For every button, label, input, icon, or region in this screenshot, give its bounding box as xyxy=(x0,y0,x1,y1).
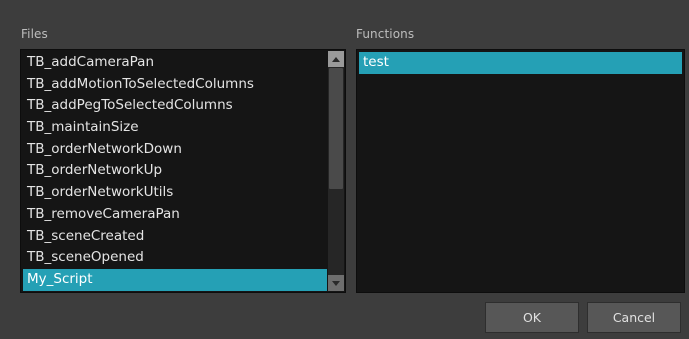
files-list-item[interactable]: TB_addPegToSelectedColumns xyxy=(23,95,327,117)
functions-label: Functions xyxy=(356,27,415,41)
functions-list[interactable]: test xyxy=(356,49,685,293)
script-dialog: Files Functions TB_addCameraPan TB_addMo… xyxy=(0,0,689,339)
scroll-down-button[interactable] xyxy=(328,275,344,291)
files-list-item[interactable]: TB_orderNetworkUp xyxy=(23,160,327,182)
files-rows: TB_addCameraPan TB_addMotionToSelectedCo… xyxy=(23,52,327,291)
functions-rows: test xyxy=(359,52,682,74)
files-list-item[interactable]: My_Script xyxy=(23,268,327,291)
files-label: Files xyxy=(21,27,48,41)
files-list-item[interactable]: TB_addMotionToSelectedColumns xyxy=(23,74,327,96)
files-list-item[interactable]: TB_orderNetworkDown xyxy=(23,139,327,161)
files-list[interactable]: TB_addCameraPan TB_addMotionToSelectedCo… xyxy=(20,49,346,293)
files-list-item[interactable]: TB_maintainSize xyxy=(23,117,327,139)
ok-button[interactable]: OK xyxy=(485,302,579,333)
files-list-item[interactable]: TB_sceneOpened xyxy=(23,247,327,269)
files-list-item[interactable]: TB_addCameraPan xyxy=(23,52,327,74)
scroll-thumb[interactable] xyxy=(329,68,343,189)
functions-list-item[interactable]: test xyxy=(359,52,682,74)
files-list-item[interactable]: TB_sceneCreated xyxy=(23,226,327,248)
files-list-item[interactable]: TB_orderNetworkUtils xyxy=(23,182,327,204)
chevron-up-icon xyxy=(332,56,340,62)
scroll-up-button[interactable] xyxy=(328,51,344,67)
files-scrollbar[interactable] xyxy=(328,51,344,291)
chevron-down-icon xyxy=(332,280,340,286)
cancel-button[interactable]: Cancel xyxy=(587,302,681,333)
files-list-item[interactable]: TB_removeCameraPan xyxy=(23,204,327,226)
